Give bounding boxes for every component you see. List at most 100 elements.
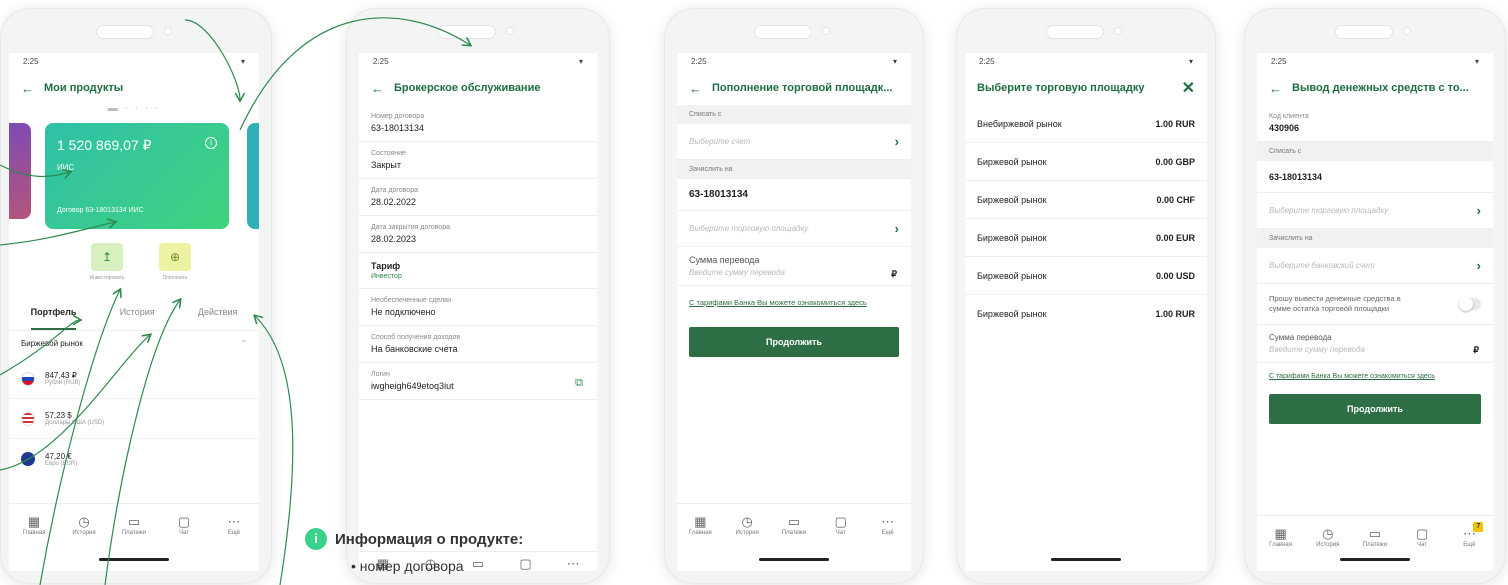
continue-button[interactable]: Продолжить: [689, 327, 899, 357]
phone-notch: [1046, 25, 1104, 39]
tab-history[interactable]: История: [120, 307, 155, 330]
back-arrow-icon[interactable]: ←: [21, 81, 34, 96]
card-info-icon[interactable]: i: [205, 137, 217, 149]
nav-history[interactable]: ◷ История: [1308, 526, 1348, 571]
header: Выберите торговую площадку ✕: [965, 71, 1207, 105]
nav-more[interactable]: ⋯ Ещё 7: [1449, 522, 1489, 571]
list-item[interactable]: 847,43 ₽ Рубли (RUB): [9, 359, 259, 399]
nav-chat[interactable]: ▢ Чат: [1402, 526, 1442, 571]
tariff-link[interactable]: С тарифами Банка Вы можете ознакомиться …: [1257, 363, 1493, 380]
client-code-field: Код клиента 430906: [1257, 105, 1493, 142]
chat-icon: ▢: [177, 514, 191, 529]
nav-chat[interactable]: ▢ Чат: [164, 514, 204, 571]
select-placeholder: Выберите банковский счет: [1269, 261, 1375, 270]
nav-history[interactable]: ◷ История: [64, 514, 104, 571]
list-item[interactable]: 57,23 $ Доллары США (USD): [9, 399, 259, 439]
invest-button[interactable]: ↥: [91, 243, 123, 271]
nav-home[interactable]: ▦ Главная: [680, 514, 720, 571]
field-tariff[interactable]: Тариф Инвестор: [359, 253, 597, 289]
header: ← Брокерское обслуживание: [359, 71, 597, 105]
tab-portfolio[interactable]: Портфель: [30, 307, 77, 330]
topup-button[interactable]: ⊕: [159, 243, 191, 271]
list-item[interactable]: Биржевой рынок 0.00 USD: [965, 257, 1207, 295]
asset-amount: 847,43 ₽: [45, 371, 77, 380]
more-icon: ⋯: [566, 556, 580, 571]
withdraw-all-toggle[interactable]: [1459, 297, 1481, 312]
section-credit: Зачислить на: [677, 160, 911, 179]
notification-badge: 7: [1473, 522, 1484, 532]
nav-more[interactable]: ⋯ Ещё: [868, 514, 908, 571]
close-icon[interactable]: ✕: [1182, 78, 1195, 98]
list-item[interactable]: Биржевой рынок 0.00 CHF: [965, 181, 1207, 219]
list-item[interactable]: Внебиржевой рынок 1.00 RUR: [965, 105, 1207, 143]
nav-label: Чат: [179, 530, 189, 536]
asset-amount: 47,20 €: [45, 451, 72, 461]
back-arrow-icon[interactable]: ←: [1269, 81, 1282, 96]
debit-account-select[interactable]: Выберите счет ›: [677, 124, 911, 160]
phone-withdraw: 2:25 ▾ ← Вывод денежных средств с то... …: [1244, 8, 1506, 584]
tab-actions[interactable]: Действия: [198, 307, 237, 330]
status-bar: 2:25 ▾: [965, 53, 1207, 71]
continue-button[interactable]: Продолжить: [1269, 394, 1481, 425]
card-left-peek[interactable]: [9, 123, 31, 219]
nav-more[interactable]: ⋯: [553, 556, 593, 571]
product-card[interactable]: 1 520 869,07 ₽ i ИИС Договор 63-18013134…: [45, 123, 229, 229]
tariff-link[interactable]: С тарифами Банка Вы можете ознакомиться …: [677, 286, 911, 307]
amount-field[interactable]: Сумма перевода Введите сумму перевода ₽: [677, 247, 911, 286]
list-item[interactable]: 47,20 € Евро (EUR): [9, 439, 259, 479]
amount-input[interactable]: Введите сумму перевода: [1269, 345, 1481, 354]
back-arrow-icon[interactable]: ←: [689, 81, 702, 96]
market-label: Биржевой рынок: [21, 339, 83, 348]
info-icon: i: [305, 528, 327, 550]
nav-label: История: [1316, 542, 1340, 548]
phone-camera: [1114, 27, 1122, 35]
field-label: Дата закрытия договора: [371, 224, 450, 231]
amount-field[interactable]: Сумма перевода Введите сумму перевода ₽: [1257, 325, 1493, 364]
card-icon: ▭: [787, 514, 801, 529]
field-value: На банковские счета: [371, 344, 458, 354]
page-title: Мои продукты: [44, 82, 124, 94]
copy-icon[interactable]: ⧉: [575, 377, 583, 390]
nav-payments[interactable]: ▭ Платежи: [1355, 526, 1395, 571]
list-item[interactable]: Биржевой рынок 0.00 GBP: [965, 143, 1207, 181]
status-bar: 2:25 ▾: [1257, 53, 1493, 71]
card-amount: 1 520 869,07 ₽: [57, 137, 152, 153]
chevron-right-icon: ›: [894, 134, 899, 149]
phone-camera: [164, 27, 172, 35]
nav-label: Чат: [835, 530, 846, 536]
market-row[interactable]: Биржевой рынок ⌃: [9, 339, 259, 348]
field-label: Состояние: [371, 150, 406, 157]
nav-chat[interactable]: ▢ Чат: [821, 514, 861, 571]
back-arrow-icon[interactable]: ←: [371, 81, 384, 96]
list-item[interactable]: Биржевой рынок 1.00 RUR: [965, 295, 1207, 333]
nav-home[interactable]: ▦ Главная: [14, 514, 54, 571]
list-item[interactable]: Биржевой рынок 0.00 EUR: [965, 219, 1207, 257]
nav-payments[interactable]: ▭ Платежи: [114, 514, 154, 571]
nav-payments[interactable]: ▭ Платежи: [774, 514, 814, 571]
section-debit: Списать с: [1257, 142, 1493, 161]
market-value: 0.00 GBP: [1155, 156, 1195, 167]
status-time: 2:25: [373, 57, 389, 66]
clock-icon: ◷: [1322, 526, 1334, 541]
platform-select[interactable]: Выберите торговую площадку ›: [677, 211, 911, 247]
chevron-up-icon[interactable]: ⌃: [240, 339, 247, 348]
home-indicator: [1051, 558, 1121, 561]
info-title-text: Информация о продукте:: [335, 530, 524, 548]
field-label: Дата договора: [371, 187, 419, 194]
platform-select[interactable]: Выберите торговую площадку ›: [1257, 193, 1493, 229]
card-subtitle: ИИС: [57, 163, 75, 172]
wifi-icon: ▾: [240, 57, 245, 66]
nav-more[interactable]: ⋯ Ещё: [214, 514, 254, 571]
amount-input[interactable]: Введите сумму перевода: [689, 268, 899, 277]
market-value: 1.00 RUR: [1155, 309, 1195, 319]
nav-history[interactable]: ◷ История: [727, 514, 767, 571]
nav-home[interactable]: ▦ Главная: [1261, 526, 1301, 571]
card-right-peek[interactable]: [247, 123, 259, 229]
field-label: Способ получения доходов: [371, 334, 461, 341]
screen: 2:25 ▾ ← Пополнение торговой площадк... …: [677, 53, 911, 571]
topup-label: Пополнить: [162, 275, 188, 281]
toggle-knob: [1459, 297, 1473, 312]
card-icon: ▭: [1368, 526, 1382, 541]
bank-account-select[interactable]: Выберите банковский счет ›: [1257, 248, 1493, 284]
chat-icon: ▢: [1416, 526, 1429, 541]
